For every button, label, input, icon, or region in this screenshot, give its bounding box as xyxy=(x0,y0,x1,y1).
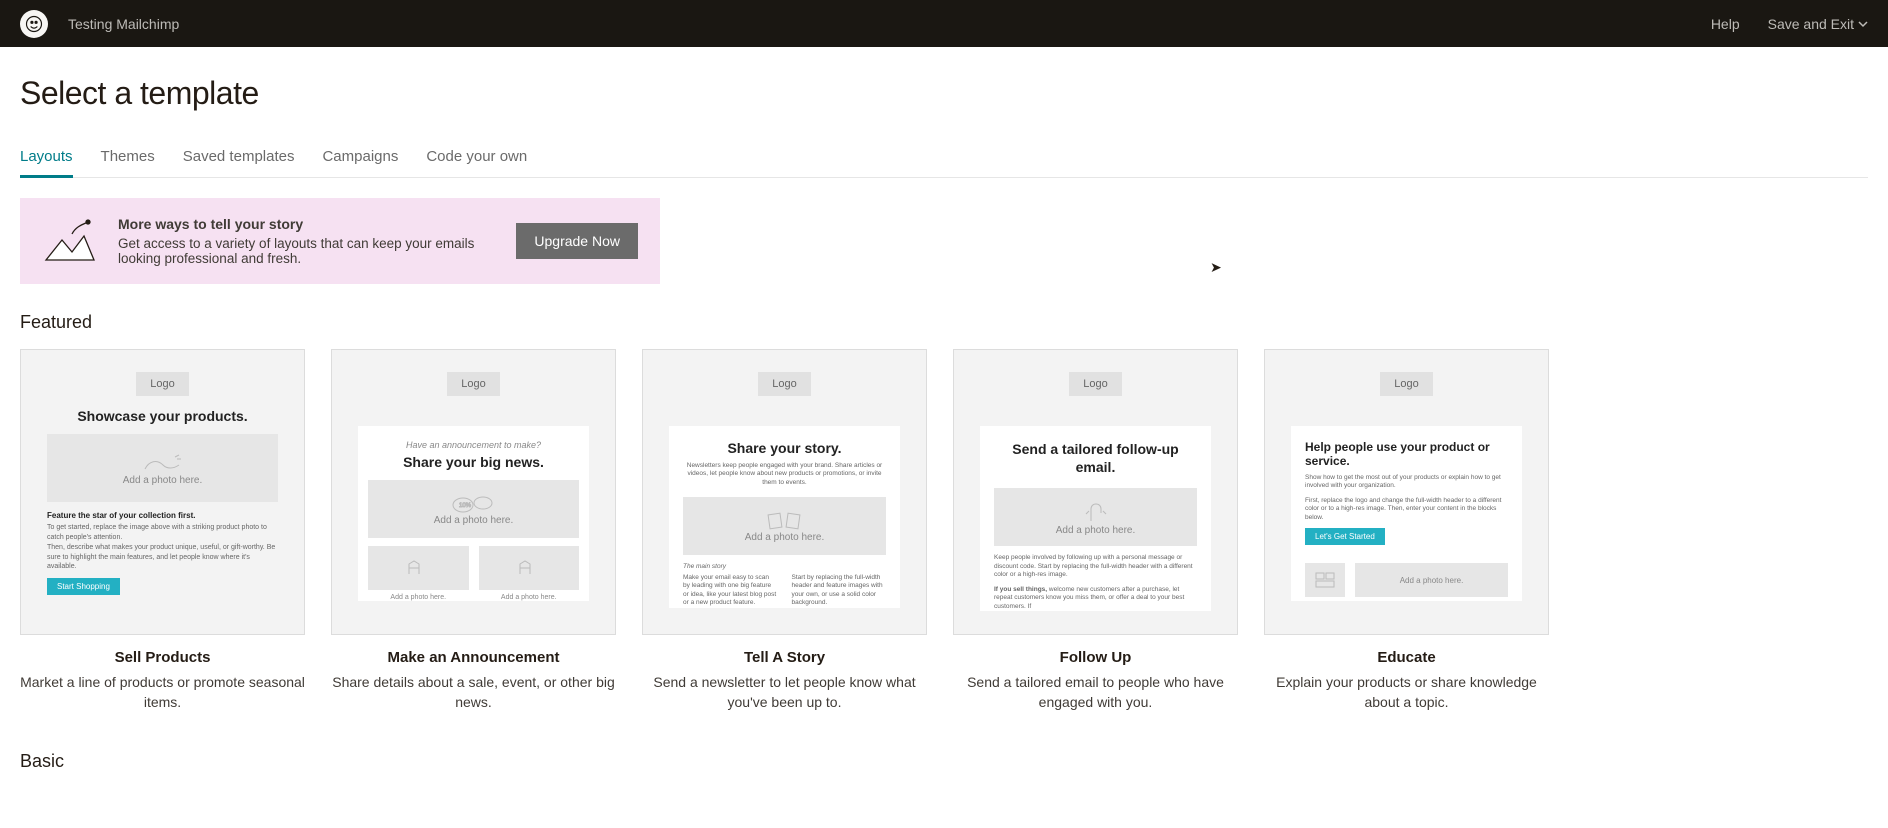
thumb-logo: Logo xyxy=(136,372,188,396)
thumb-logo: Logo xyxy=(1380,372,1432,396)
help-link[interactable]: Help xyxy=(1711,16,1740,32)
thumb-heading: Share your big news. xyxy=(368,454,579,470)
card-desc: Explain your products or share knowledge… xyxy=(1264,672,1549,713)
thumb-heading: Help people use your product or service. xyxy=(1305,440,1508,468)
thumb-heading: Showcase your products. xyxy=(47,408,278,424)
thumb-cta: Start Shopping xyxy=(47,578,120,595)
section-featured: Featured xyxy=(20,312,1868,333)
card-desc: Send a tailored email to people who have… xyxy=(953,672,1238,713)
card-follow-up: Logo Send a tailored follow-up email. Ad… xyxy=(953,349,1238,713)
upgrade-now-button[interactable]: Upgrade Now xyxy=(516,223,638,259)
thumb-educate[interactable]: Logo Help people use your product or ser… xyxy=(1264,349,1549,635)
tab-code-your-own[interactable]: Code your own xyxy=(426,140,527,177)
card-title: Make an Announcement xyxy=(331,649,616,666)
featured-cards: Logo Showcase your products. Add a photo… xyxy=(20,349,1868,713)
org-name[interactable]: Testing Mailchimp xyxy=(68,16,179,32)
tab-themes[interactable]: Themes xyxy=(101,140,155,177)
section-basic: Basic xyxy=(20,751,1868,772)
thumb-followup[interactable]: Logo Send a tailored follow-up email. Ad… xyxy=(953,349,1238,635)
thumb-announcement[interactable]: Logo Have an announcement to make? Share… xyxy=(331,349,616,635)
svg-text:10%: 10% xyxy=(459,503,472,509)
main-container: Select a template Layouts Themes Saved t… xyxy=(0,47,1888,828)
card-title: Tell A Story xyxy=(642,649,927,666)
promo-text: More ways to tell your story Get access … xyxy=(118,216,496,266)
topbar-right: Help Save and Exit xyxy=(1711,16,1868,32)
card-make-announcement: Logo Have an announcement to make? Share… xyxy=(331,349,616,713)
thumb-logo: Logo xyxy=(758,372,810,396)
mailchimp-logo-icon[interactable] xyxy=(20,10,48,38)
upgrade-promo: More ways to tell your story Get access … xyxy=(20,198,660,284)
thumb-heading: Send a tailored follow-up email. xyxy=(994,440,1197,476)
card-desc: Share details about a sale, event, or ot… xyxy=(331,672,616,713)
thumb-heading: Share your story. xyxy=(683,440,886,456)
card-desc: Market a line of products or promote sea… xyxy=(20,672,305,713)
promo-headline: More ways to tell your story xyxy=(118,216,496,232)
thumb-photo-placeholder: Add a photo here. xyxy=(47,434,278,502)
card-educate: Logo Help people use your product or ser… xyxy=(1264,349,1549,713)
thumb-cta: Let's Get Started xyxy=(1305,528,1385,545)
topbar: Testing Mailchimp Help Save and Exit xyxy=(0,0,1888,47)
card-title: Sell Products xyxy=(20,649,305,666)
card-tell-story: Logo Share your story. Newsletters keep … xyxy=(642,349,927,713)
save-and-exit[interactable]: Save and Exit xyxy=(1768,16,1868,32)
tab-layouts[interactable]: Layouts xyxy=(20,140,73,177)
card-desc: Send a newsletter to let people know wha… xyxy=(642,672,927,713)
thumb-sell-products[interactable]: Logo Showcase your products. Add a photo… xyxy=(20,349,305,635)
save-and-exit-label: Save and Exit xyxy=(1768,16,1854,32)
thumb-logo: Logo xyxy=(1069,372,1121,396)
thumb-logo: Logo xyxy=(447,372,499,396)
thumb-story[interactable]: Logo Share your story. Newsletters keep … xyxy=(642,349,927,635)
tabs: Layouts Themes Saved templates Campaigns… xyxy=(20,140,1868,178)
chevron-down-icon xyxy=(1858,19,1868,29)
card-sell-products: Logo Showcase your products. Add a photo… xyxy=(20,349,305,713)
card-title: Educate xyxy=(1264,649,1549,666)
promo-illustration-icon xyxy=(42,218,98,264)
page-title: Select a template xyxy=(20,75,1868,112)
tab-saved-templates[interactable]: Saved templates xyxy=(183,140,295,177)
topbar-brand: Testing Mailchimp xyxy=(20,10,1711,38)
tab-campaigns[interactable]: Campaigns xyxy=(322,140,398,177)
promo-body: Get access to a variety of layouts that … xyxy=(118,236,496,266)
card-title: Follow Up xyxy=(953,649,1238,666)
